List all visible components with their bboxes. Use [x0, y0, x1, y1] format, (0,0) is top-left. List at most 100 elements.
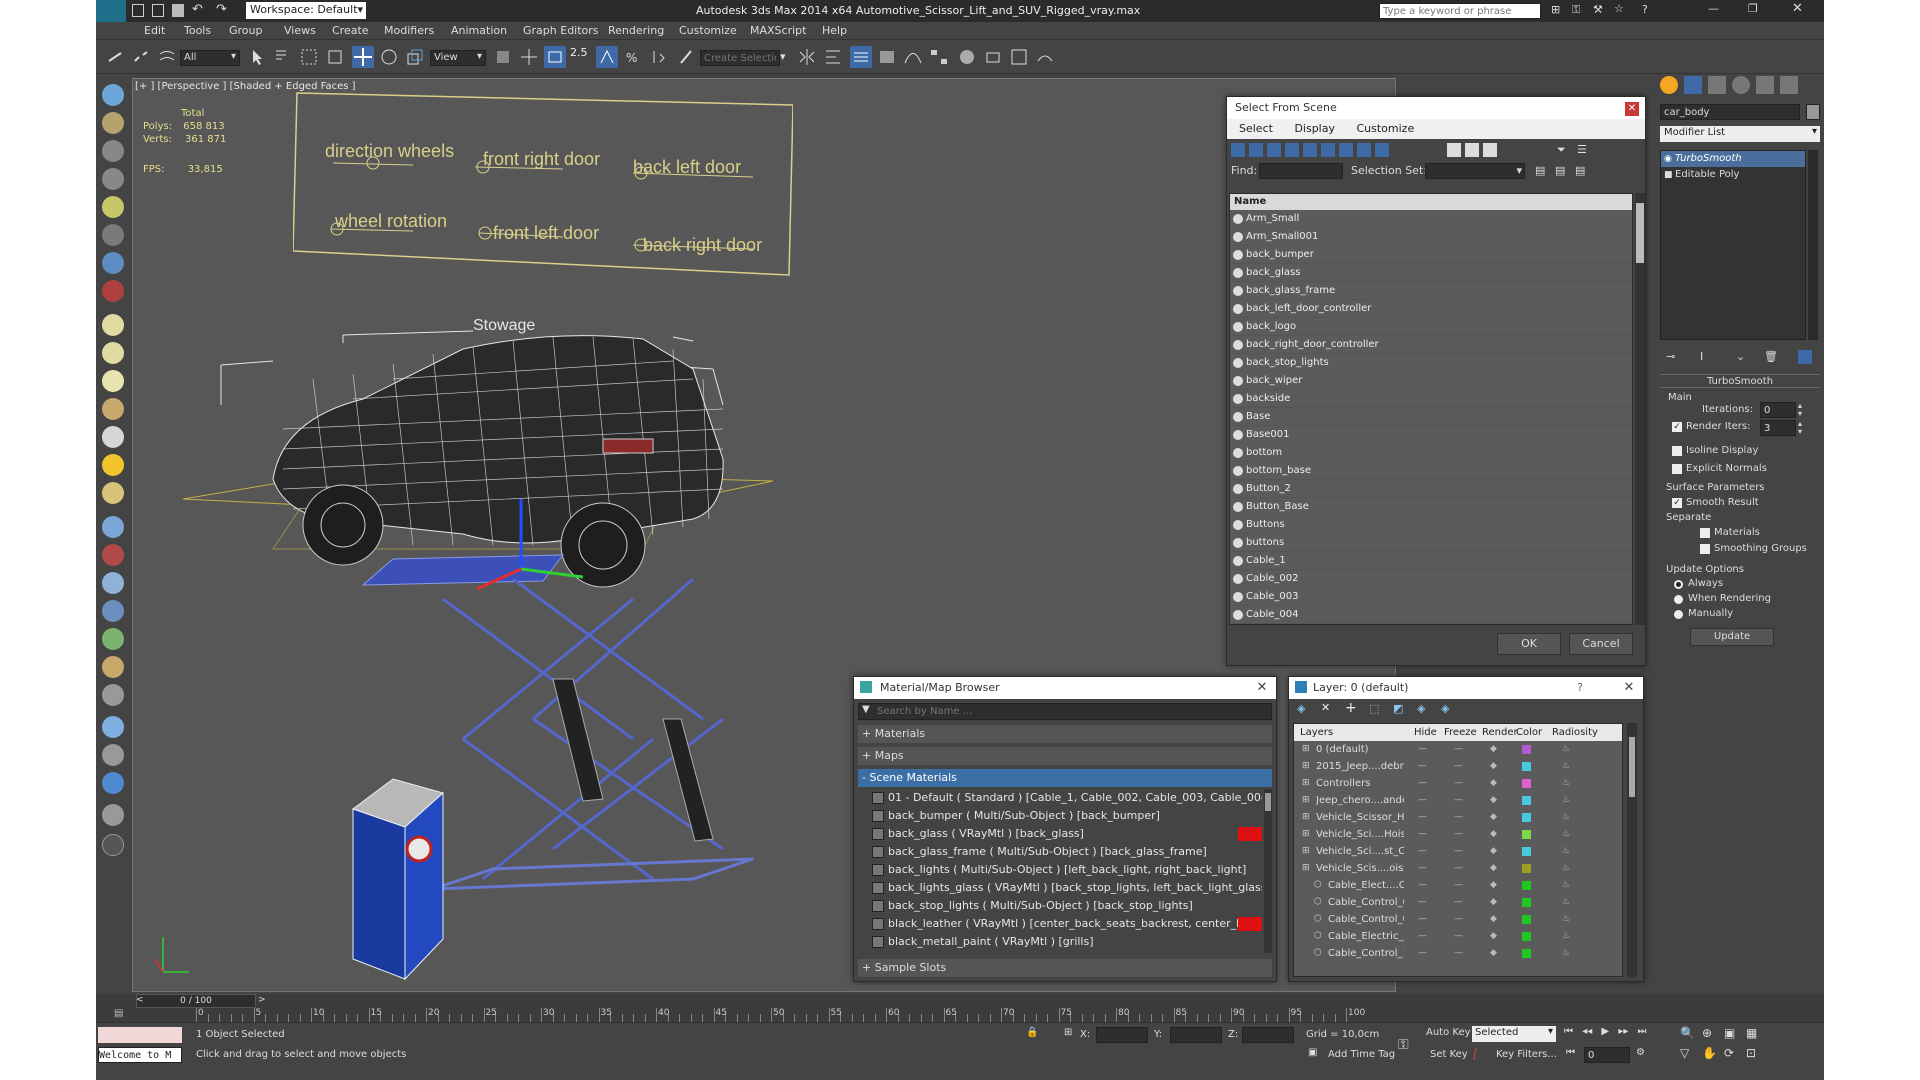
scene-material-row[interactable]: back_lights ( Multi/Sub-Object ) [left_b…: [858, 861, 1262, 879]
object-list-scrollbar[interactable]: [1635, 193, 1645, 625]
hide-toggle-icon[interactable]: —: [1418, 860, 1427, 877]
scene-object-row[interactable]: Base001: [1230, 426, 1632, 444]
scene-object-row[interactable]: Cable_003: [1230, 588, 1632, 606]
scene-object-row[interactable]: bottom_base: [1230, 462, 1632, 480]
time-config-icon[interactable]: ⚙: [1636, 1047, 1645, 1058]
binoculars-icon[interactable]: ⊞: [1551, 3, 1560, 16]
zoom-all-icon[interactable]: ⊕: [1702, 1026, 1712, 1040]
container-icon[interactable]: [102, 84, 124, 106]
menu-modifiers[interactable]: Modifiers: [384, 24, 434, 37]
layer-color-swatch[interactable]: [1522, 813, 1531, 822]
scene-material-row[interactable]: black_leather ( VRayMtl ) [center_back_s…: [858, 915, 1262, 933]
render-toggle-icon[interactable]: ◆: [1490, 945, 1497, 962]
materials-group[interactable]: + Materials: [858, 725, 1272, 743]
menu-customize[interactable]: Customize: [679, 24, 737, 37]
layer-row[interactable]: ⊞ Vehicle_Sci....st_Cor — — ◆ ♨: [1294, 843, 1622, 860]
select-object-icon[interactable]: [246, 46, 268, 68]
radiosity-bulb-icon[interactable]: ♨: [1562, 741, 1570, 758]
bind-space-warp-icon[interactable]: [156, 46, 178, 68]
layer-scrollbar[interactable]: [1627, 723, 1637, 977]
spinner-snap-icon[interactable]: [648, 46, 670, 68]
freeze-toggle-icon[interactable]: —: [1454, 741, 1463, 758]
maximize-viewport-icon[interactable]: ⊡: [1746, 1046, 1756, 1060]
render-toggle-icon[interactable]: ◆: [1490, 928, 1497, 945]
layer-expand-icon[interactable]: ⊞: [1302, 809, 1310, 826]
render-toggle-icon[interactable]: ◆: [1490, 860, 1497, 877]
maximize-icon[interactable]: ❐: [1748, 2, 1758, 15]
particle-icon[interactable]: [102, 516, 124, 538]
time-tag-icon[interactable]: ▣: [1308, 1047, 1317, 1058]
freeze-toggle-icon[interactable]: —: [1454, 945, 1463, 962]
scene-object-row[interactable]: buttons: [1230, 534, 1632, 552]
z-coord-input[interactable]: [1242, 1027, 1294, 1043]
funnel-icon[interactable]: ⏷: [1557, 143, 1566, 157]
create-tab-icon[interactable]: [1660, 76, 1678, 94]
pivot-center-icon[interactable]: [492, 46, 514, 68]
new-layer-icon[interactable]: ◈: [1297, 702, 1305, 715]
link-icon[interactable]: [104, 46, 126, 68]
select-all-icon[interactable]: [1447, 143, 1461, 157]
delete-set-icon[interactable]: ▤: [1575, 164, 1585, 177]
layer-expand-icon[interactable]: ⊞: [1302, 758, 1310, 775]
hide-toggle-icon[interactable]: —: [1418, 894, 1427, 911]
col-freeze[interactable]: Freeze: [1444, 724, 1477, 741]
menu-edit[interactable]: Edit: [144, 24, 165, 37]
layer-row[interactable]: ⊞ 0 (default) — — ◆ ♨: [1294, 741, 1622, 758]
cancel-button[interactable]: Cancel: [1569, 633, 1633, 655]
compound-icon[interactable]: [102, 572, 124, 594]
named-selection-set-input[interactable]: [700, 50, 780, 66]
hide-toggle-icon[interactable]: —: [1418, 928, 1427, 945]
radiosity-bulb-icon[interactable]: ♨: [1562, 877, 1570, 894]
explicit-normals-checkbox[interactable]: [1672, 464, 1682, 474]
add-to-layer-icon[interactable]: +: [1345, 700, 1357, 716]
scene-object-row[interactable]: Cable_1: [1230, 552, 1632, 570]
selection-set-dropdown[interactable]: ▾: [1425, 163, 1525, 179]
go-to-start-icon[interactable]: ⏮: [1564, 1026, 1573, 1037]
percent-snap-icon[interactable]: %: [622, 46, 644, 68]
time-slider[interactable]: 0 / 100 < > 0 5 10 15 20 25 30 35 40 45 50 55 60 65 70…: [96, 994, 1824, 1022]
freeze-toggle-icon[interactable]: —: [1454, 911, 1463, 928]
rendered-frame-window-icon[interactable]: [1008, 46, 1030, 68]
freeze-toggle-icon[interactable]: —: [1454, 758, 1463, 775]
maxscript-pink-field[interactable]: [98, 1027, 182, 1043]
lock-icon[interactable]: 🔒: [1026, 1027, 1038, 1038]
curve-icon[interactable]: ∫: [1472, 1047, 1478, 1060]
layer-color-swatch[interactable]: [1522, 881, 1531, 890]
open-file-icon[interactable]: [152, 4, 164, 17]
iterations-spinner[interactable]: [1760, 402, 1796, 418]
filter-cameras-icon[interactable]: [1285, 143, 1299, 157]
radiosity-bulb-icon[interactable]: ♨: [1562, 894, 1570, 911]
radiosity-bulb-icon[interactable]: ♨: [1562, 826, 1570, 843]
render-iters-spinner[interactable]: [1760, 420, 1796, 436]
hide-toggle-icon[interactable]: —: [1418, 843, 1427, 860]
sample-slots-group[interactable]: + Sample Slots: [858, 959, 1272, 977]
scene-object-row[interactable]: bottom: [1230, 444, 1632, 462]
scene-material-row[interactable]: back_glass_frame ( Multi/Sub-Object ) [b…: [858, 843, 1262, 861]
menu-graph-editors[interactable]: Graph Editors: [523, 24, 599, 37]
utilities-tab-icon[interactable]: [1780, 76, 1798, 94]
workspace-dropdown[interactable]: Workspace: Default ▾: [246, 2, 366, 19]
key-filters-button[interactable]: Key Filters...: [1496, 1049, 1557, 1060]
set-key-icon[interactable]: ⚿: [1398, 1037, 1409, 1053]
layer-row[interactable]: ⊞ Vehicle_Scissor_Hoi — — ◆ ♨: [1294, 809, 1622, 826]
timeline-ruler[interactable]: 0 5 10 15 20 25 30 35 40 45 50 55 60 65 70 75 80 85 90 95 10…: [150, 994, 1470, 1022]
menu-tools[interactable]: Tools: [184, 24, 211, 37]
isoline-checkbox[interactable]: [1672, 446, 1682, 456]
select-in-layer-icon[interactable]: ⬚: [1369, 702, 1379, 715]
layer-row[interactable]: ⊞ Jeep_chero....andec — — ◆ ♨: [1294, 792, 1622, 809]
render-toggle-icon[interactable]: ◆: [1490, 894, 1497, 911]
render-production-icon[interactable]: [1034, 46, 1056, 68]
menu-help[interactable]: Help: [822, 24, 847, 37]
stack-item-editable-poly[interactable]: ■ Editable Poly: [1661, 167, 1805, 183]
select-manipulate-icon[interactable]: [518, 46, 540, 68]
triangle-down-icon[interactable]: ▼: [862, 704, 870, 715]
render-toggle-icon[interactable]: ◆: [1490, 792, 1497, 809]
layer-expand-icon[interactable]: ⊞: [1302, 843, 1310, 860]
filter-groups-icon[interactable]: [1339, 143, 1353, 157]
help-search-input[interactable]: [1379, 3, 1541, 19]
auto-key-button[interactable]: Auto Key: [1426, 1027, 1471, 1038]
sphere-icon[interactable]: [102, 370, 124, 392]
object-icon[interactable]: ⬡: [1314, 928, 1322, 945]
layer-row[interactable]: ⬡ Cable_Electric_C — — ◆ ♨: [1294, 928, 1622, 945]
display-tab-icon[interactable]: [1756, 76, 1774, 94]
